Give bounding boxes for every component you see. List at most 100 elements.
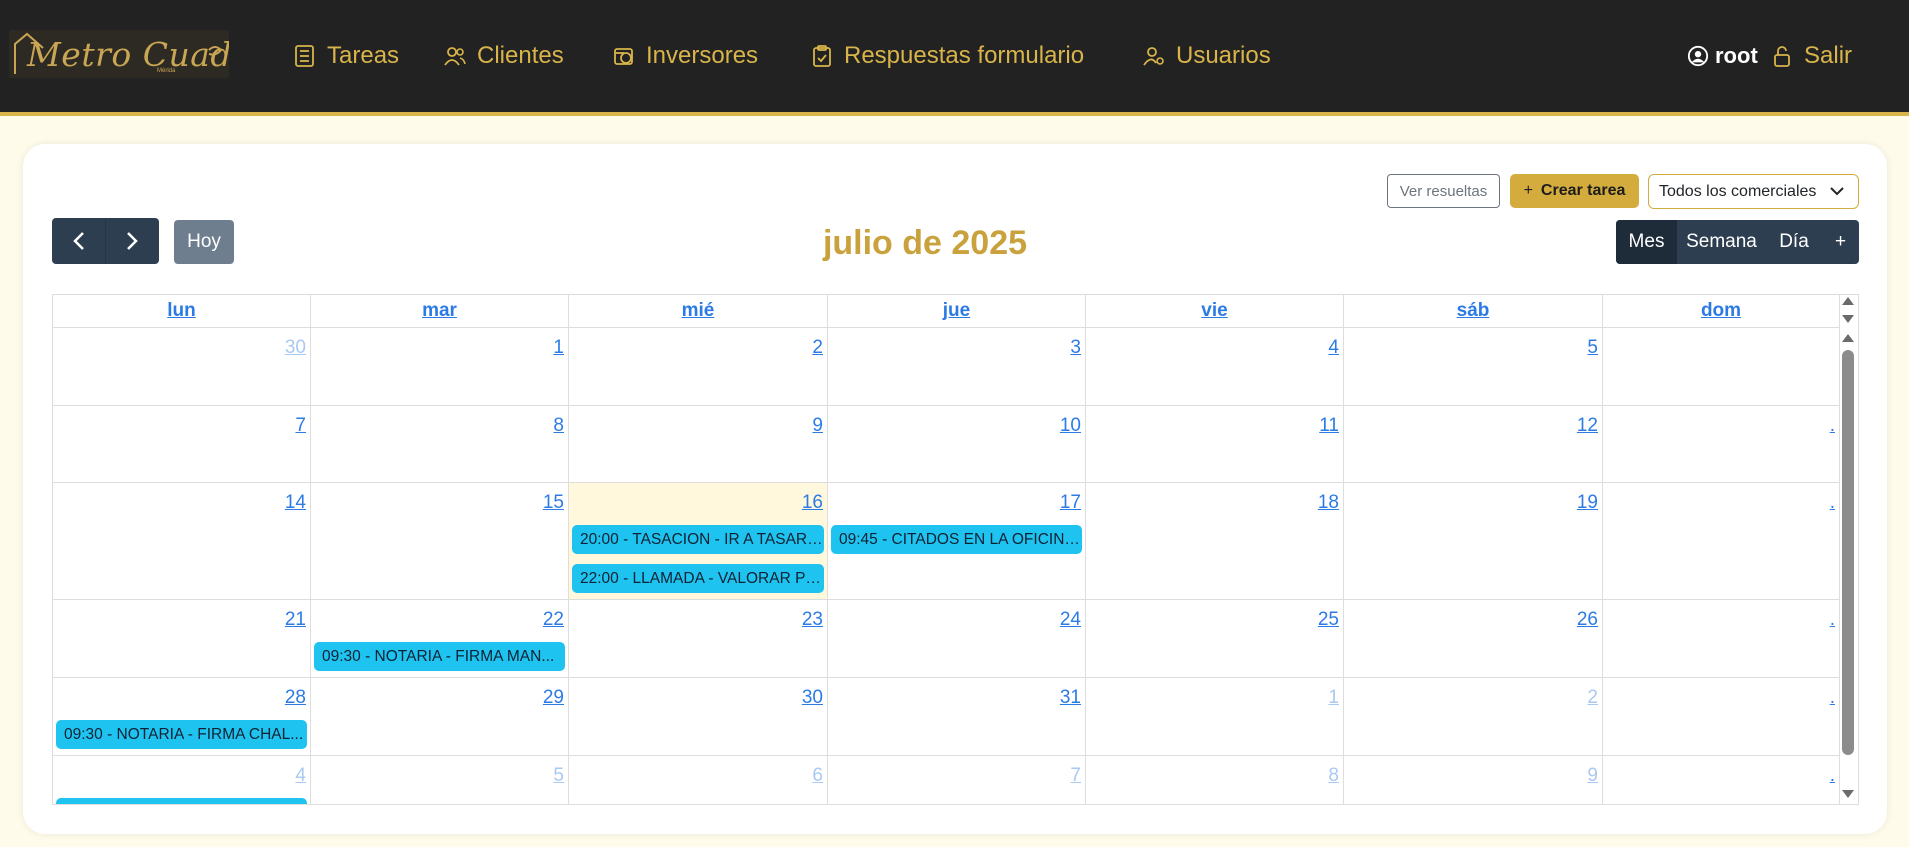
day-number-link[interactable]: 23 (802, 609, 823, 631)
scroll-down-arrow-icon[interactable] (1842, 790, 1854, 798)
day-number-link[interactable]: 22 (543, 609, 564, 631)
day-number-link[interactable]: 11 (1319, 415, 1339, 437)
day-cell[interactable]: 7 (828, 756, 1086, 804)
day-cell[interactable]: 25 (1086, 600, 1344, 678)
day-number-link[interactable]: 10 (1060, 415, 1081, 437)
day-number-link[interactable]: 7 (295, 415, 306, 437)
day-cell[interactable]: 5 (1344, 328, 1603, 406)
day-cell[interactable]: 24 (828, 600, 1086, 678)
day-number-link[interactable]: 5 (1587, 337, 1598, 359)
day-number-link[interactable]: 30 (802, 687, 823, 709)
day-cell[interactable]: 11 (1086, 406, 1344, 483)
day-cell[interactable]: 8 (311, 406, 569, 483)
nav-usuarios[interactable]: Usuarios (1142, 38, 1271, 74)
day-number-link[interactable]: 19 (1577, 492, 1598, 514)
prev-month-button[interactable] (52, 218, 105, 264)
day-cell[interactable]: 6 (569, 756, 828, 804)
view-day-button[interactable]: Día (1766, 220, 1822, 264)
day-cell[interactable]: . (1603, 406, 1840, 483)
day-cell[interactable]: 2 (1344, 678, 1603, 756)
day-cell[interactable]: . (1603, 483, 1840, 600)
calendar-event[interactable]: 20:00 - TASACION - IR A TASAR ... (572, 525, 824, 554)
day-cell[interactable]: 7 (53, 406, 311, 483)
day-number-link[interactable]: 14 (285, 492, 306, 514)
day-cell[interactable]: 10 (828, 406, 1086, 483)
day-number-link[interactable]: 8 (553, 415, 564, 437)
nav-tareas[interactable]: Tareas (293, 38, 399, 74)
day-number-link[interactable]: 2 (812, 337, 823, 359)
calendar-event[interactable]: 09:45 - CITADOS EN LA OFICINA... (831, 525, 1082, 554)
day-cell[interactable]: 14 (53, 483, 311, 600)
weekday-header[interactable]: vie (1086, 295, 1344, 327)
day-cell[interactable]: 9 (569, 406, 828, 483)
day-number-link[interactable]: 12 (1577, 415, 1598, 437)
day-cell[interactable] (1603, 328, 1840, 406)
ver-resueltas-button[interactable]: Ver resueltas (1387, 174, 1500, 208)
nav-clientes[interactable]: Clientes (443, 38, 564, 74)
day-number-link[interactable]: 1 (1328, 687, 1339, 709)
day-cell[interactable]: 9 (1344, 756, 1603, 804)
day-cell[interactable]: 30 (53, 328, 311, 406)
day-number-link[interactable]: 18 (1318, 492, 1339, 514)
day-number-link[interactable]: 5 (553, 765, 564, 787)
weekday-header[interactable]: mar (311, 295, 569, 327)
brand-logo[interactable]: Metro Cuadrado Mérida (9, 30, 229, 78)
day-cell[interactable]: 1 (1086, 678, 1344, 756)
day-cell[interactable]: 4 (1086, 328, 1344, 406)
day-number-link[interactable]: 4 (295, 765, 306, 787)
day-cell[interactable]: 29 (311, 678, 569, 756)
day-number-link[interactable]: 3 (1070, 337, 1081, 359)
weekday-header[interactable]: sáb (1344, 295, 1603, 327)
calendar-event[interactable]: 09:30 - NOTARIA - FIRMA MAN... (314, 642, 565, 671)
day-cell[interactable]: 23 (569, 600, 828, 678)
day-number-link[interactable]: . (1830, 415, 1835, 437)
scrollbar-thumb[interactable] (1842, 350, 1854, 755)
logout-link[interactable]: Salir (1770, 38, 1852, 74)
day-cell[interactable]: 31 (828, 678, 1086, 756)
crear-tarea-button[interactable]: + Crear tarea (1510, 174, 1639, 208)
view-month-button[interactable]: Mes (1616, 220, 1677, 264)
day-number-link[interactable]: 31 (1060, 687, 1081, 709)
scroll-up-arrow-icon[interactable] (1842, 297, 1854, 305)
view-more-button[interactable]: + (1822, 220, 1859, 264)
day-number-link[interactable]: 29 (543, 687, 564, 709)
next-month-button[interactable] (105, 218, 158, 264)
weekday-header[interactable]: mié (569, 295, 828, 327)
day-cell[interactable]: . (1603, 600, 1840, 678)
day-cell[interactable]: 8 (1086, 756, 1344, 804)
nav-inversores[interactable]: Inversores (612, 38, 758, 74)
day-cell[interactable]: 21 (53, 600, 311, 678)
day-number-link[interactable]: 4 (1328, 337, 1339, 359)
day-cell[interactable]: 1 (311, 328, 569, 406)
day-number-link[interactable]: 24 (1060, 609, 1081, 631)
calendar-event[interactable]: 22:00 - LLAMADA - VALORAR PR... (572, 564, 824, 593)
day-cell[interactable]: 5 (311, 756, 569, 804)
day-number-link[interactable]: 15 (543, 492, 564, 514)
day-number-link[interactable]: 1 (553, 337, 564, 359)
day-cell[interactable]: 19 (1344, 483, 1603, 600)
nav-user-profile[interactable]: root (1687, 38, 1758, 74)
day-cell[interactable]: . (1603, 756, 1840, 804)
day-number-link[interactable]: 21 (285, 609, 306, 631)
day-cell[interactable]: 15 (311, 483, 569, 600)
day-number-link[interactable]: 26 (1577, 609, 1598, 631)
day-number-link[interactable]: 9 (812, 415, 823, 437)
day-cell[interactable]: . (1603, 678, 1840, 756)
scroll-down-arrow-icon[interactable] (1842, 315, 1854, 323)
day-cell[interactable]: 3 (828, 328, 1086, 406)
weekday-header[interactable]: jue (828, 295, 1086, 327)
weekday-header[interactable]: dom (1603, 295, 1840, 327)
day-number-link[interactable]: 17 (1060, 492, 1081, 514)
day-number-link[interactable]: . (1830, 765, 1835, 787)
today-button[interactable]: Hoy (174, 220, 234, 264)
day-number-link[interactable]: . (1830, 492, 1835, 514)
day-number-link[interactable]: 30 (285, 337, 306, 359)
day-number-link[interactable]: . (1830, 609, 1835, 631)
view-week-button[interactable]: Semana (1677, 220, 1766, 264)
day-number-link[interactable]: 7 (1070, 765, 1081, 787)
scroll-up-arrow-icon[interactable] (1842, 334, 1854, 342)
day-cell[interactable]: 12 (1344, 406, 1603, 483)
day-cell[interactable]: 30 (569, 678, 828, 756)
day-number-link[interactable]: 2 (1587, 687, 1598, 709)
day-number-link[interactable]: . (1830, 687, 1835, 709)
